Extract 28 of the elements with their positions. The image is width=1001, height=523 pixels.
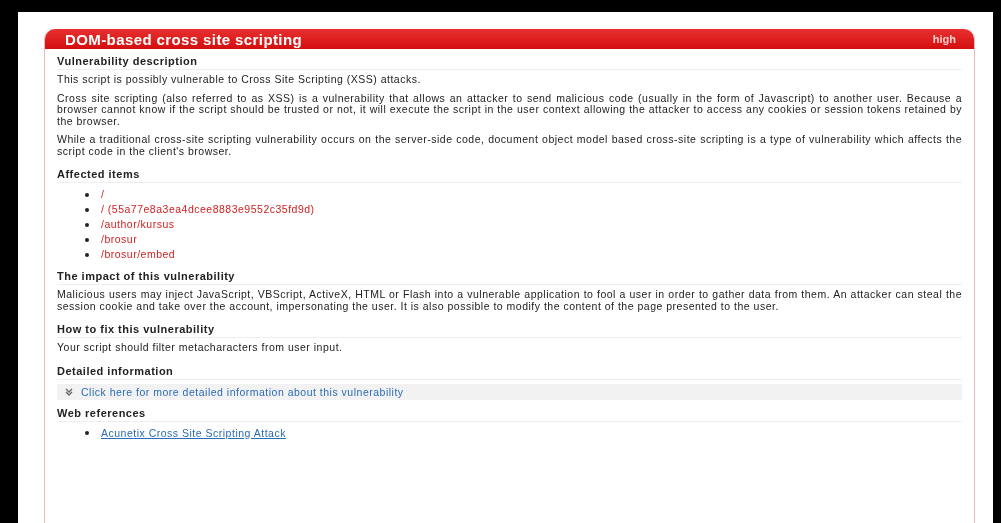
bullet-icon [85,222,89,227]
section-heading: Vulnerability description [57,51,962,70]
alert-title: DOM-based cross site scripting [65,30,303,48]
description-paragraph: While a traditional cross-site scripting vulnerability occurs on the server-side code, document object model based cross-site scripting is a type of vulnerability which affects the script code in the client's browser. [57,134,962,157]
section-heading: Detailed information [57,360,962,380]
severity-label: high [932,33,956,45]
affected-item: /brosur/embed [101,247,176,262]
chevron-down-icon [65,387,73,396]
affected-item: / (55a77e8a3ea4dcee8883e9552c35fd9d) [101,202,315,217]
section-heading: How to fix this vulnerability [57,319,962,338]
description-paragraph: This script is possibly vulnerable to Cross Site Scripting (XSS) attacks. [57,74,422,86]
section-heading: Affected items [57,164,962,183]
bullet-icon [85,192,89,197]
details-expander[interactable]: Click here for more detailed information about this vulnerability [57,383,962,400]
bullet-icon [85,207,89,212]
affected-item: /brosur [101,232,138,247]
bullet-icon [85,431,89,435]
details-link[interactable]: Click here for more detailed information about this vulnerability [81,385,404,398]
section-heading: The impact of this vulnerability [57,266,962,285]
section-heading: Web references [57,402,962,422]
bullet-icon [85,237,89,242]
affected-item: / [101,187,105,202]
reference-link[interactable]: Acunetix Cross Site Scripting Attack [101,425,286,441]
description-paragraph: Malicious users may inject JavaScript, VBScript, ActiveX, HTML or Flash into a vulnerable application to fool a user in order to gather data from them. An attacker can steal the session cookie and take over the account, impersonating the user. It is also possible to modify the content of the page presented to the user. [57,289,962,312]
description-paragraph: Cross site scripting (also referred to as XSS) is a vulnerability that allows an attacker to send malicious code (usually in the form of Javascript) to another user. Because a browser cannot know if the script should be trusted or not, it will execute the script in the user context allowing the attacker to access any cookies or session tokens retained by the browser. [57,92,962,127]
affected-item: /author/kursus [101,217,175,232]
description-paragraph: Your script should filter metacharacters from user input. [57,342,344,354]
bullet-icon [85,252,89,257]
